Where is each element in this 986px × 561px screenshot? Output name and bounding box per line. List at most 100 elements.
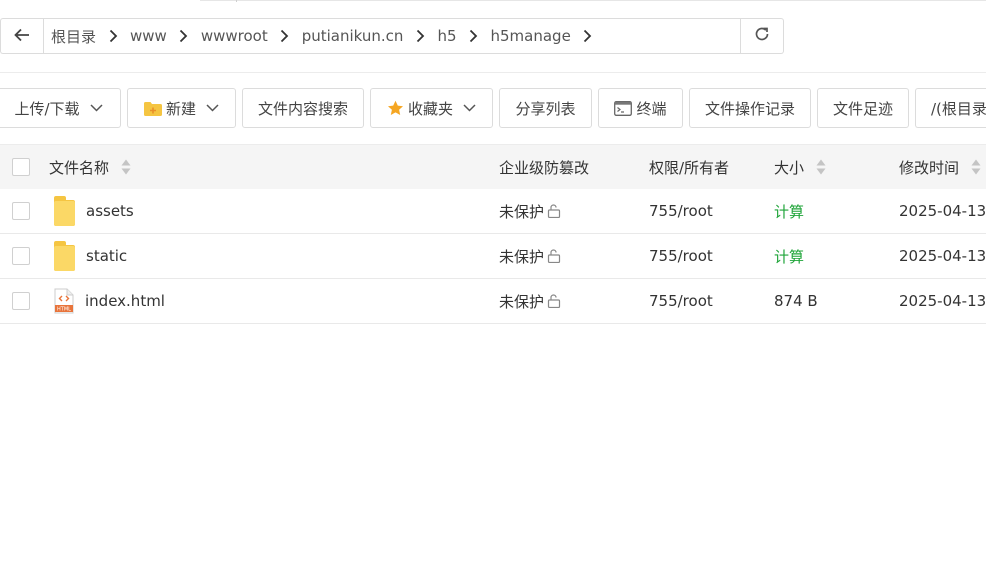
select-all-checkbox[interactable] (12, 158, 30, 176)
crumb-root[interactable]: 根目录 (51, 26, 96, 47)
permission-cell[interactable]: 755/root (649, 279, 713, 323)
new-button[interactable]: 新建 (127, 88, 236, 128)
chevron-right-icon[interactable] (571, 29, 605, 43)
content-search-label: 文件内容搜索 (257, 99, 348, 118)
protect-status: 未保护 (499, 202, 545, 221)
unlock-icon[interactable] (547, 204, 561, 218)
header-size[interactable]: 大小 (774, 145, 826, 189)
sort-icon[interactable] (121, 159, 131, 175)
chevron-down-icon (463, 104, 476, 112)
file-name[interactable]: assets (86, 202, 134, 220)
protect-cell[interactable]: 未保护 (499, 279, 561, 323)
mtime-value: 2025-04-13 (899, 202, 986, 220)
file-name-cell[interactable]: assets (54, 189, 134, 233)
header-permission-label: 权限/所有者 (649, 158, 730, 177)
file-name[interactable]: index.html (85, 292, 165, 310)
header-protect: 企业级防篡改 (499, 145, 589, 189)
favorites-button[interactable]: 收藏夹 (370, 88, 493, 128)
top-border (200, 0, 986, 1)
folder-icon (54, 196, 75, 226)
calculate-size-link[interactable]: 计算 (774, 201, 804, 222)
header-size-label: 大小 (774, 158, 805, 177)
permission-value[interactable]: 755/root (649, 292, 713, 310)
header-name-label: 文件名称 (49, 158, 110, 177)
upload-download-button[interactable]: 上传/下载 (0, 88, 121, 128)
protect-status: 未保护 (499, 292, 545, 311)
html-file-icon: HTML (54, 288, 74, 314)
sort-icon[interactable] (816, 159, 826, 175)
share-list-button[interactable]: 分享列表 (499, 88, 592, 128)
mtime-value: 2025-04-13 (899, 292, 986, 310)
star-icon (387, 100, 404, 116)
unlock-icon[interactable] (547, 294, 561, 308)
back-button[interactable] (0, 18, 43, 54)
file-footprint-label: 文件足迹 (832, 99, 893, 118)
row-checkbox[interactable] (12, 202, 30, 220)
mtime-cell: 2025-04-13 (899, 279, 986, 323)
protect-cell[interactable]: 未保护 (499, 234, 561, 278)
unlock-icon[interactable] (547, 249, 561, 263)
root-dir-button[interactable]: /(根目录 (915, 88, 986, 128)
new-label: 新建 (165, 99, 196, 118)
chevron-right-icon (403, 29, 437, 43)
table-row[interactable]: static 未保护 755/root 计算 2025-04-13 (0, 234, 986, 279)
terminal-button[interactable]: 终端 (598, 88, 683, 128)
mtime-cell: 2025-04-13 (899, 234, 986, 278)
sort-icon[interactable] (971, 159, 981, 175)
share-list-label: 分享列表 (515, 99, 576, 118)
size-cell: 874 B (774, 279, 818, 323)
file-name-cell[interactable]: static (54, 234, 127, 278)
header-mtime-label: 修改时间 (899, 158, 960, 177)
file-name-cell[interactable]: HTML index.html (54, 279, 165, 323)
chevron-down-icon (90, 104, 103, 112)
permission-value[interactable]: 755/root (649, 202, 713, 220)
terminal-icon (614, 100, 633, 116)
size-value: 874 B (774, 292, 818, 310)
back-arrow-icon (14, 27, 30, 46)
breadcrumb: 根目录 www wwwroot putianikun.cn h5 h5manag… (43, 18, 741, 54)
header-permission: 权限/所有者 (649, 145, 729, 189)
favorites-label: 收藏夹 (407, 99, 453, 118)
file-footprint-button[interactable]: 文件足迹 (817, 88, 909, 128)
mtime-value: 2025-04-13 (899, 247, 986, 265)
table-row[interactable]: assets 未保护 755/root 计算 2025-04-13 (0, 189, 986, 234)
operation-log-button[interactable]: 文件操作记录 (689, 88, 811, 128)
crumb-www[interactable]: www (130, 27, 167, 45)
protect-cell[interactable]: 未保护 (499, 189, 561, 233)
row-checkbox[interactable] (12, 292, 30, 310)
svg-text:HTML: HTML (57, 307, 71, 313)
top-border-tick (236, 0, 237, 2)
mtime-cell: 2025-04-13 (899, 189, 986, 233)
header-name[interactable]: 文件名称 (49, 145, 131, 189)
divider (0, 72, 986, 73)
header-protect-label: 企业级防篡改 (499, 158, 590, 177)
new-folder-icon (143, 101, 162, 116)
header-mtime[interactable]: 修改时间 (899, 145, 981, 189)
protect-status: 未保护 (499, 247, 545, 266)
chevron-right-icon (96, 29, 130, 43)
table-header: 文件名称 企业级防篡改 权限/所有者 大小 修改时间 (0, 144, 986, 189)
crumb-h5[interactable]: h5 (437, 27, 456, 45)
crumb-wwwroot[interactable]: wwwroot (201, 27, 268, 45)
permission-cell[interactable]: 755/root (649, 234, 713, 278)
permission-cell[interactable]: 755/root (649, 189, 713, 233)
crumb-domain[interactable]: putianikun.cn (302, 27, 404, 45)
upload-download-label: 上传/下载 (14, 99, 80, 118)
refresh-button[interactable] (741, 18, 784, 54)
path-bar: 根目录 www wwwroot putianikun.cn h5 h5manag… (0, 18, 784, 54)
crumb-h5manage[interactable]: h5manage (491, 27, 571, 45)
file-name[interactable]: static (86, 247, 127, 265)
chevron-right-icon (167, 29, 201, 43)
refresh-icon (754, 26, 770, 46)
row-checkbox[interactable] (12, 247, 30, 265)
permission-value[interactable]: 755/root (649, 247, 713, 265)
content-search-button[interactable]: 文件内容搜索 (242, 88, 364, 128)
size-cell[interactable]: 计算 (774, 234, 804, 278)
terminal-label: 终端 (636, 99, 667, 118)
folder-icon (54, 241, 75, 271)
calculate-size-link[interactable]: 计算 (774, 246, 804, 267)
chevron-right-icon (457, 29, 491, 43)
table-row[interactable]: HTML index.html 未保护 755/root 874 B 2025-… (0, 279, 986, 324)
size-cell[interactable]: 计算 (774, 189, 804, 233)
chevron-right-icon (268, 29, 302, 43)
